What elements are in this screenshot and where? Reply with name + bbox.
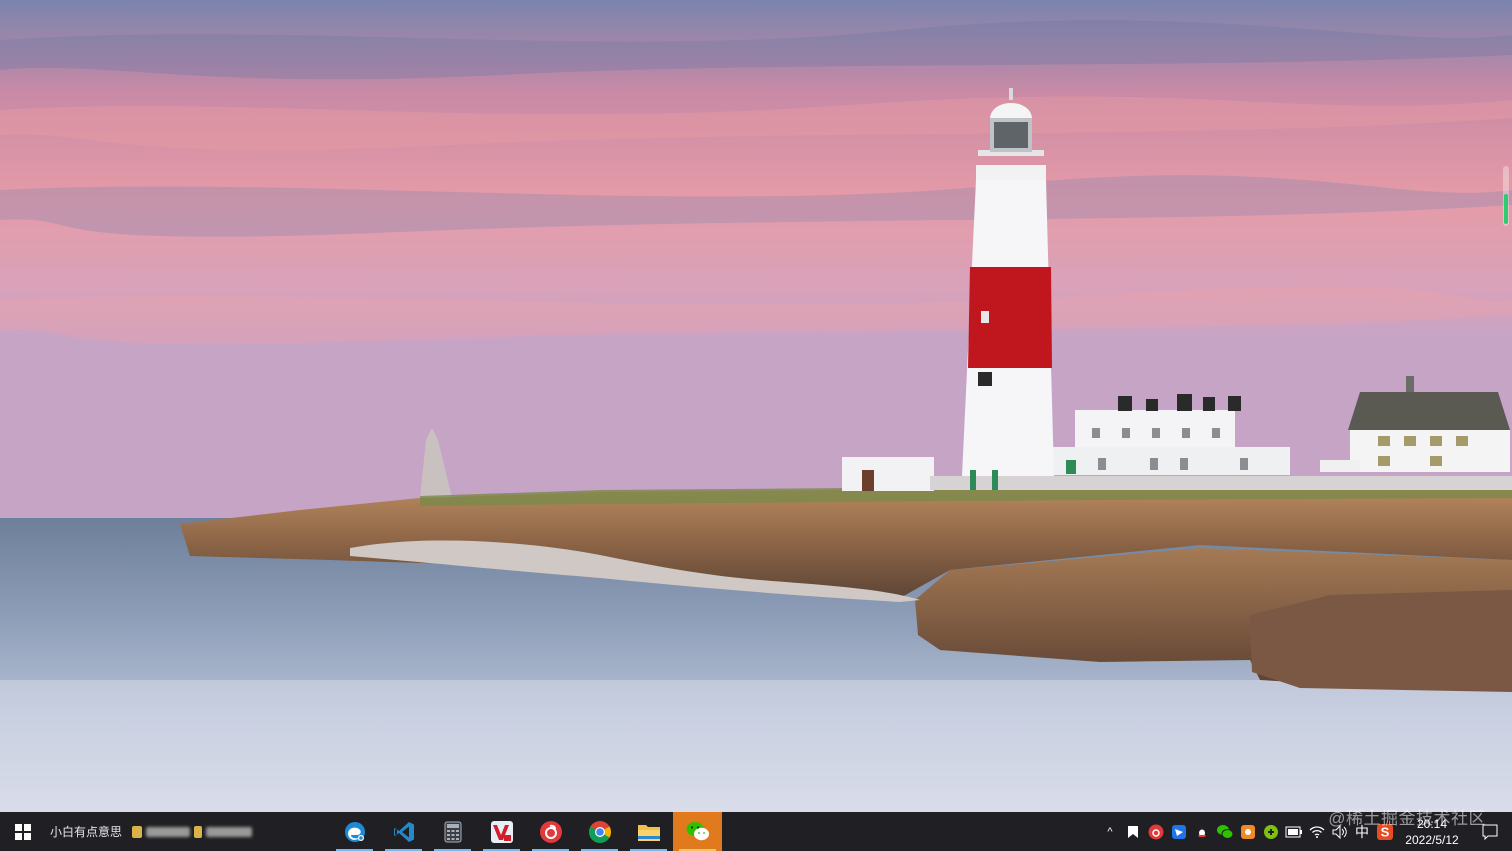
wechat-icon: [686, 821, 709, 840]
wechat-tray-icon[interactable]: [1213, 812, 1236, 851]
app-vscode[interactable]: [379, 812, 428, 851]
app-netease-music[interactable]: [526, 812, 575, 851]
folder-icon: [637, 824, 660, 841]
show-hidden-icons-button[interactable]: ^: [1099, 812, 1121, 851]
toolbar-label[interactable]: 小白有点意思: [50, 823, 122, 840]
blurred-toolbar-item[interactable]: [132, 825, 260, 839]
feishu-icon[interactable]: [1167, 812, 1190, 851]
clock-date: 2022/5/12: [1405, 832, 1459, 847]
netease-music-icon: [539, 820, 562, 843]
chrome-icon: [588, 820, 611, 843]
side-progress-indicator: [1503, 166, 1509, 226]
edge-icon: [344, 821, 365, 842]
app-calculator[interactable]: [428, 812, 477, 851]
netease-tray-icon[interactable]: [1144, 812, 1167, 851]
desktop-wallpaper: [0, 0, 1512, 812]
app-vivaldi-browser[interactable]: [477, 812, 526, 851]
wifi-icon[interactable]: [1305, 812, 1328, 851]
green-app-icon[interactable]: [1259, 812, 1282, 851]
taskbar: 小白有点意思 ^ 中 S 20:14 2022/5/12: [0, 812, 1512, 851]
app-edge-browser[interactable]: [330, 812, 379, 851]
watermark: @稀土掘金技术社区: [1328, 809, 1486, 828]
app-tray-icon[interactable]: [1236, 812, 1259, 851]
battery-icon[interactable]: [1282, 812, 1305, 851]
vscode-icon: [393, 821, 414, 842]
bookmark-icon[interactable]: [1121, 812, 1144, 851]
pinned-apps: [330, 812, 722, 851]
app-chrome[interactable]: [575, 812, 624, 851]
qq-icon[interactable]: [1190, 812, 1213, 851]
desktop: [0, 0, 1512, 812]
calculator-icon: [444, 821, 461, 842]
vivaldi-icon: [490, 820, 513, 843]
app-wechat[interactable]: [673, 812, 722, 851]
app-file-explorer[interactable]: [624, 812, 673, 851]
start-button[interactable]: [0, 812, 46, 851]
windows-logo-icon: [15, 823, 31, 840]
